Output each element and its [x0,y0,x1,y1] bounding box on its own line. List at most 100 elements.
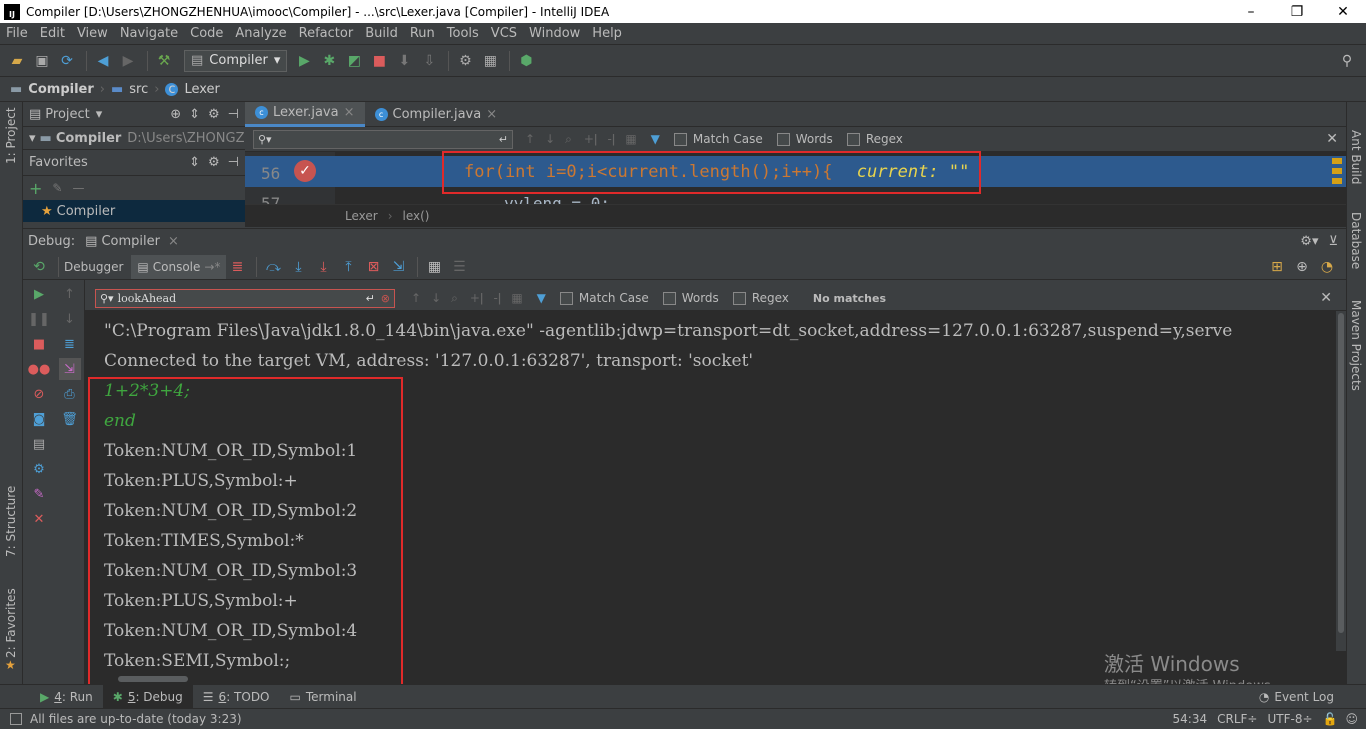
prev-occurrence-icon[interactable]: ↑ [411,291,421,305]
layout-icon[interactable]: ▤ [28,433,50,455]
open-folder-icon[interactable]: ▰ [6,50,28,72]
target-icon[interactable]: ⊕ [170,107,181,122]
filter-icon[interactable]: ▼ [651,132,660,146]
back-icon[interactable]: ◀ [92,50,114,72]
add-selection-icon[interactable]: +ǀ [584,132,598,146]
tab-debugger[interactable]: Debugger [64,260,123,274]
add-icon[interactable]: + [29,179,42,198]
match-case-checkbox[interactable] [559,291,573,305]
menu-tools[interactable]: Tools [441,26,485,41]
chevron-down-icon[interactable]: ▾ [96,107,103,122]
gear-icon[interactable]: ⚙ [208,107,220,122]
editor-search-input[interactable]: ⚲▾ ↵ [253,129,513,149]
resume-icon[interactable]: ▶ [28,283,50,305]
filter-icon[interactable]: ▼ [537,291,546,305]
next-occurrence-icon[interactable]: ↓ [431,291,441,305]
project-structure-icon[interactable]: ▦ [479,50,501,72]
close-button[interactable]: ✕ [1320,0,1366,23]
hide-icon[interactable]: ⊣ [228,155,239,170]
debug-session-tab[interactable]: Compiler [101,234,160,249]
profiler-icon[interactable]: ◔ [1316,256,1338,278]
camera-icon[interactable]: ◙ [28,408,50,430]
drop-frame-icon[interactable]: ⊠ [362,256,384,278]
find-all-icon[interactable]: ⌕ [565,132,572,147]
console-search-input[interactable]: ⚲▾ lookAhead ↵ ⊗ [95,288,395,308]
hide-icon[interactable]: ⊣ [228,107,239,122]
stop-icon[interactable]: ■ [368,50,390,72]
prev-occurrence-icon[interactable]: ↑ [525,132,535,146]
side-tab-project[interactable]: 1: Project [4,107,18,164]
force-step-into-icon[interactable]: ⤓ [312,256,334,278]
print-icon[interactable]: ⎙ [59,383,81,405]
run-configuration-select[interactable]: ▤ Compiler ▾ [184,49,288,72]
menu-build[interactable]: Build [359,26,404,41]
side-tab-structure[interactable]: 7: Structure [4,486,18,557]
close-icon[interactable]: ✕ [1326,131,1338,147]
remove-icon[interactable]: — [72,181,84,195]
favorites-item[interactable]: ★ Compiler [23,200,245,222]
evaluate-expression-icon[interactable]: ▦ [423,256,445,278]
memory-icon[interactable]: ⊕ [1291,256,1313,278]
debug-icon[interactable]: ✱ [318,50,340,72]
rerun-icon[interactable]: ⟲ [28,256,50,278]
menu-vcs[interactable]: VCS [485,26,523,41]
status-toggle-icon[interactable] [10,713,22,725]
breadcrumb-method[interactable]: lex() [403,209,430,223]
side-tab-favorites[interactable]: 2: Favorites [4,588,18,658]
find-all-icon[interactable]: ⌕ [451,291,458,306]
nav-item-lexer[interactable]: Lexer [184,82,219,97]
vertical-scrollbar[interactable] [1336,311,1346,651]
add-selection-icon[interactable]: +ǀ [470,291,484,305]
trace-icon[interactable]: ☰ [448,256,470,278]
clear-all-icon[interactable]: 🗑 [59,408,81,430]
settings-icon[interactable]: ⚙ [454,50,476,72]
down-arrow-icon[interactable]: ↓ [59,308,81,330]
step-out-icon[interactable]: ⤒ [337,256,359,278]
coverage-icon[interactable]: ◩ [343,50,365,72]
mute-breakpoints-icon[interactable]: ⊘ [28,383,50,405]
show-execution-point-icon[interactable]: ≣ [226,256,248,278]
menu-edit[interactable]: Edit [34,26,71,41]
sdk-icon[interactable]: ⬢ [515,50,537,72]
nav-item-src[interactable]: src [129,82,148,97]
build-project-icon[interactable]: ⚒ [153,50,175,72]
run-icon[interactable]: ▶ [293,50,315,72]
step-over-icon[interactable]: ⤼ [262,256,284,278]
stop-icon[interactable]: ■ [28,333,50,355]
close-icon[interactable]: ✕ [28,508,50,530]
pin-tab-icon[interactable]: ✎ [28,483,50,505]
close-icon[interactable]: ✕ [1320,290,1332,306]
tab-compiler-java[interactable]: c Compiler.java × [365,102,508,127]
file-encoding[interactable]: UTF-8÷ [1267,712,1312,726]
tab-lexer-java[interactable]: c Lexer.java × [245,101,365,127]
sync-icon[interactable]: ⟳ [56,50,78,72]
step-into-icon[interactable]: ⤓ [287,256,309,278]
menu-analyze[interactable]: Analyze [229,26,292,41]
view-breakpoints-icon[interactable]: ●● [28,358,51,380]
lock-icon[interactable]: 🔓 [1323,712,1338,726]
inspector-icon[interactable]: ☺ [1345,712,1358,726]
scroll-to-end-icon[interactable]: ⇲ [58,358,81,380]
menu-file[interactable]: File [0,26,34,41]
select-all-icon[interactable]: ▦ [625,132,636,146]
match-case-checkbox[interactable] [673,132,687,146]
horizontal-scrollbar[interactable] [118,676,188,682]
breakpoint-icon[interactable]: ✓ [294,160,316,182]
nav-item-compiler[interactable]: Compiler [28,82,93,97]
gear-icon[interactable]: ⚙▾ [1300,234,1318,249]
run-to-cursor-icon[interactable]: ⇲ [387,256,409,278]
close-icon[interactable]: × [344,105,355,120]
collapse-icon[interactable]: ⇕ [189,107,200,122]
close-icon[interactable]: × [168,234,179,249]
menu-window[interactable]: Window [523,26,586,41]
next-occurrence-icon[interactable]: ↓ [545,132,555,146]
vcs-icon[interactable]: ⇩ [418,50,440,72]
breadcrumb-class[interactable]: Lexer [345,209,378,223]
restore-layout-icon[interactable]: ⊞ [1266,256,1288,278]
tool-tab-todo[interactable]: ☰ 6: TODO [193,685,280,709]
tab-console[interactable]: ▤ Console →* [131,254,227,279]
event-log-tab[interactable]: ◔ Event Log [1249,685,1344,709]
clear-search-icon[interactable]: ⊗ [381,292,390,305]
line-separator[interactable]: CRLF÷ [1217,712,1257,726]
side-tab-database[interactable]: Database [1349,212,1363,269]
